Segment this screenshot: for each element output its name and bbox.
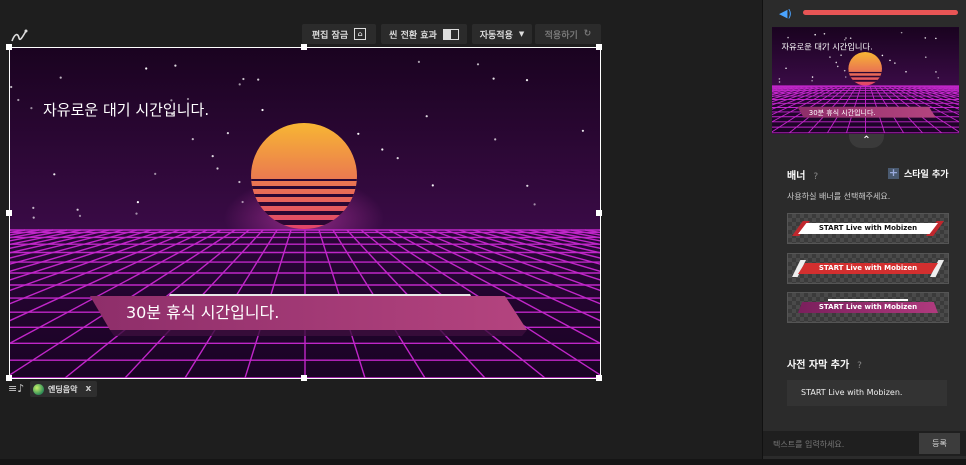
editor-area: 편집 잠금 ⌂ 씬 전환 효과 자동적용 ▼ 적용하기 ↻ 자유로운 대기 시간… (0, 0, 762, 465)
resize-handle-right[interactable] (596, 210, 602, 216)
auto-apply-label: 자동적용 (479, 30, 513, 41)
add-style-label: 스타일 추가 (904, 170, 949, 180)
banner-text: 30분 휴식 시간입니다. (126, 303, 279, 322)
collapse-button[interactable]: ⌃ (849, 134, 884, 148)
scene-thumbnail[interactable]: 자유로운 대기 시간입니다. 30분 휴식 시간입니다. (772, 27, 959, 134)
music-list-icon[interactable]: ≡♪ (8, 382, 26, 396)
add-style-button[interactable]: + 스타일 추가 (888, 167, 949, 180)
scene-transition-button[interactable]: 씬 전환 효과 (381, 24, 467, 44)
register-button[interactable]: 등록 (919, 433, 960, 454)
resize-handle-br[interactable] (596, 375, 602, 381)
apply-button[interactable]: 적용하기 ↻ (535, 24, 601, 44)
subtitle-input[interactable] (771, 433, 915, 455)
music-name: 엔딩음악 (48, 384, 78, 394)
thumb-waiting-text: 자유로운 대기 시간입니다. (782, 41, 873, 51)
banner-option-2[interactable]: START Live with Mobizen (787, 253, 949, 284)
waiting-text: 자유로운 대기 시간입니다. (43, 101, 209, 119)
edit-lock-label: 편집 잠금 (311, 30, 349, 41)
help-icon[interactable]: ? (813, 172, 818, 182)
banner-option-label: START Live with Mobizen (798, 263, 938, 274)
auto-apply-dropdown[interactable]: 자동적용 ▼ (472, 24, 532, 44)
plus-icon: + (888, 166, 899, 179)
apply-label: 적용하기 (544, 30, 578, 41)
draw-tool-icon[interactable] (9, 27, 31, 45)
close-icon[interactable]: x (85, 384, 91, 394)
edit-lock-button[interactable]: 편집 잠금 ⌂ (302, 24, 376, 44)
volume-icon[interactable]: ◀) (779, 7, 792, 20)
music-bar: ≡♪ 엔딩음악 x (8, 381, 98, 397)
banner-option-label: START Live with Mobizen (798, 302, 938, 313)
chevron-up-icon: ⌃ (862, 135, 871, 146)
subtitle-input-row: 등록 (763, 431, 966, 456)
banner-section-title: 배너? (787, 167, 818, 182)
transition-icon (442, 28, 459, 40)
help-icon[interactable]: ? (857, 361, 862, 371)
music-thumb-icon (33, 383, 44, 395)
scene-transition-label: 씬 전환 효과 (389, 30, 437, 41)
volume-fill (803, 10, 958, 15)
banner-option-1[interactable]: START Live with Mobizen (787, 213, 949, 244)
volume-slider[interactable] (803, 10, 958, 15)
banner-option-3[interactable]: START Live with Mobizen (787, 292, 949, 323)
resize-handle-left[interactable] (6, 210, 12, 216)
subtitle-section-title: 사전 자막 추가? (787, 356, 862, 371)
resize-handle-tr[interactable] (596, 44, 602, 50)
banner-hint: 사용하실 배너를 선택해주세요. (787, 192, 891, 201)
lock-icon: ⌂ (354, 28, 367, 40)
subtitle-title: 사전 자막 추가 (787, 360, 850, 371)
synthwave-background: 자유로운 대기 시간입니다. 30분 휴식 시간입니다. (10, 48, 600, 378)
resize-handle-top[interactable] (301, 44, 307, 50)
refresh-icon: ↻ (583, 29, 592, 39)
resize-handle-bottom[interactable] (301, 375, 307, 381)
preset-subtitle-item[interactable]: START Live with Mobizen. (787, 380, 947, 406)
thumb-banner-text: 30분 휴식 시간입니다. (809, 108, 876, 117)
music-tag[interactable]: 엔딩음악 x (30, 381, 98, 397)
banner-title: 배너 (787, 171, 806, 182)
resize-handle-tl[interactable] (6, 44, 12, 50)
chevron-down-icon: ▼ (518, 30, 525, 38)
banner-option-label: START Live with Mobizen (798, 223, 938, 234)
sidebar: ◀) 자유로운 대기 시간입니다. 30분 휴식 시간입니다. ⌃ 배너? + … (762, 0, 966, 465)
status-bar (0, 459, 966, 465)
scene-preview[interactable]: 자유로운 대기 시간입니다. 30분 휴식 시간입니다. (9, 47, 601, 379)
